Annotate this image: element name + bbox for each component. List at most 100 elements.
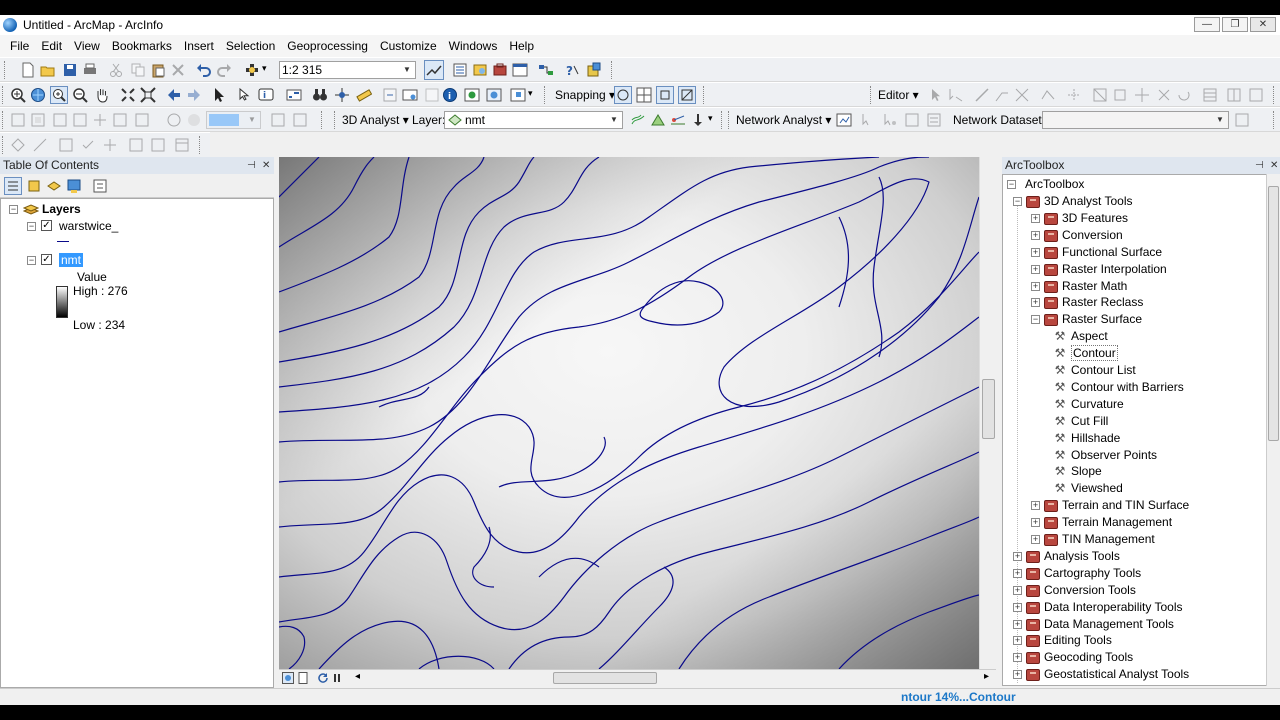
contrast-icon[interactable] [166, 112, 182, 128]
toolbox-item[interactable]: Geostatistical Analyst Tools [1044, 666, 1189, 682]
edit-vertices-icon[interactable] [1014, 87, 1030, 103]
pin-icon[interactable]: ⊣ [1255, 157, 1264, 174]
toolbox-item[interactable]: Data Interoperability Tools [1044, 599, 1183, 615]
effects-layer-combo[interactable]: ▼ [206, 111, 261, 129]
redo-icon[interactable] [216, 62, 232, 78]
menu-edit[interactable]: Edit [35, 39, 68, 53]
toolbox-item[interactable]: Geocoding Tools [1044, 649, 1133, 665]
menu-customize[interactable]: Customize [374, 39, 443, 53]
toolbox-expander[interactable]: + [1013, 653, 1022, 663]
overview-window-icon[interactable] [510, 87, 526, 103]
tool-item[interactable]: Curvature [1071, 396, 1124, 412]
new-document-icon[interactable] [20, 62, 36, 78]
toolbox-expander[interactable]: + [1013, 585, 1022, 595]
interpolate-dropdown-icon[interactable]: ▾ [708, 113, 713, 124]
snapping-menu[interactable]: Snapping ▾ [555, 88, 615, 102]
layer-nmt[interactable]: nmt [59, 252, 84, 268]
directions-icon[interactable] [926, 112, 942, 128]
print-icon[interactable] [82, 62, 98, 78]
3d-analyst-menu[interactable]: 3D Analyst ▾ [342, 113, 409, 127]
select-features-icon[interactable] [212, 87, 228, 103]
toolbox-item[interactable]: 3D Analyst Tools [1044, 193, 1133, 209]
georeferencing-icon[interactable] [10, 112, 26, 128]
zoom-in-icon[interactable] [10, 87, 26, 103]
scroll-right-icon[interactable]: ▸ [984, 671, 989, 682]
back-arrow-icon[interactable] [166, 87, 182, 103]
expander-layers[interactable]: − [9, 205, 18, 214]
list-by-drawing-order-icon[interactable] [4, 177, 22, 195]
toolbox-expander[interactable]: + [1013, 602, 1022, 612]
tool-item[interactable]: Slope [1071, 463, 1102, 479]
menu-file[interactable]: File [4, 39, 35, 53]
layers-root[interactable]: Layers [42, 201, 81, 217]
pan-hand-icon[interactable] [94, 87, 110, 103]
toc-options-icon[interactable] [92, 178, 108, 194]
attributes-icon[interactable] [1202, 87, 1218, 103]
construct-features-icon[interactable] [58, 137, 74, 153]
toolbar-options-grip[interactable] [1270, 86, 1274, 104]
toolbox-expander[interactable]: + [1013, 568, 1022, 578]
solve-icon[interactable] [904, 112, 920, 128]
show-shared-features-icon[interactable] [150, 137, 166, 153]
copy-icon[interactable] [130, 62, 146, 78]
delete-sketch-icon[interactable] [1156, 87, 1172, 103]
toolbox-item[interactable]: Cartography Tools [1044, 565, 1141, 581]
arcgis-extensions-icon[interactable] [586, 62, 602, 78]
map-view[interactable] [279, 157, 979, 669]
fixed-zoom-out-icon[interactable] [140, 87, 156, 103]
swipe-layer-icon[interactable] [424, 87, 440, 103]
toolbox-expander[interactable]: + [1013, 670, 1022, 680]
toolbox-item[interactable]: Analysis Tools [1044, 548, 1120, 564]
toolbar-grip[interactable] [4, 61, 8, 79]
toolbox-expander[interactable]: + [1031, 281, 1040, 291]
arctoolbox-scrollbar[interactable] [1266, 174, 1280, 686]
steepest-path-icon[interactable] [650, 112, 666, 128]
html-popup-icon[interactable] [402, 87, 418, 103]
tool-item[interactable]: Contour [1071, 345, 1118, 362]
editor-menu[interactable]: Editor ▾ [878, 88, 919, 102]
toolbox-expander[interactable]: + [1031, 298, 1040, 308]
pin-icon[interactable]: ⊣ [247, 157, 256, 174]
brightness-icon[interactable] [186, 112, 202, 128]
toolbar-grip[interactable] [2, 136, 6, 154]
full-extent-globe-icon[interactable] [30, 87, 46, 103]
toolset-item[interactable]: Raster Math [1062, 278, 1127, 294]
toolbox-expander[interactable]: + [1031, 230, 1040, 240]
menu-view[interactable]: View [68, 39, 106, 53]
arctoolbox-root[interactable]: ArcToolbox [1025, 176, 1084, 192]
toolbar-grip[interactable] [544, 86, 548, 104]
network-dataset-combo[interactable]: ▼ [1042, 111, 1229, 129]
toolbar-options-grip[interactable] [718, 111, 722, 129]
cut-icon[interactable] [108, 62, 124, 78]
edit-tool-icon[interactable] [928, 87, 944, 103]
toolbox-expander[interactable]: + [1031, 247, 1040, 257]
fit-to-display-icon[interactable] [30, 112, 46, 128]
split-tool-icon[interactable] [1092, 87, 1108, 103]
menu-selection[interactable]: Selection [220, 39, 281, 53]
toolbar-grip[interactable] [334, 111, 338, 129]
warstwice-visibility-checkbox[interactable]: ✓ [41, 220, 52, 231]
magnifier-window-icon[interactable] [486, 87, 502, 103]
map-canvas[interactable] [279, 157, 979, 669]
paste-icon[interactable] [150, 62, 166, 78]
toolbox-expander[interactable]: + [1013, 551, 1022, 561]
interpolate-point-icon[interactable] [690, 112, 706, 128]
toolbox-item[interactable]: Editing Tools [1044, 632, 1112, 648]
overview-dropdown-icon[interactable]: ▾ [528, 88, 533, 99]
chevron-down-icon[interactable]: ▼ [400, 63, 414, 77]
zoom-in-tool-active-icon[interactable] [50, 86, 68, 104]
map-vertical-scroll-thumb[interactable] [982, 379, 995, 439]
toolbox-expander[interactable]: + [1031, 213, 1040, 223]
measure-icon[interactable] [356, 87, 372, 103]
toolbar-grip[interactable] [870, 86, 874, 104]
toolbox-expander[interactable]: + [1031, 535, 1040, 544]
scroll-left-icon[interactable]: ◂ [355, 671, 360, 682]
list-by-selection-icon[interactable] [66, 178, 82, 194]
sketch-table-icon[interactable] [1226, 87, 1242, 103]
toolset-item[interactable]: Terrain Management [1062, 514, 1172, 530]
tool-item[interactable]: Cut Fill [1071, 413, 1108, 429]
editor-toolbar-icon[interactable] [424, 60, 444, 80]
edge-snapping-icon[interactable] [678, 86, 696, 104]
toolset-item[interactable]: Terrain and TIN Surface [1062, 497, 1189, 513]
sketch-properties-icon[interactable] [1134, 87, 1150, 103]
